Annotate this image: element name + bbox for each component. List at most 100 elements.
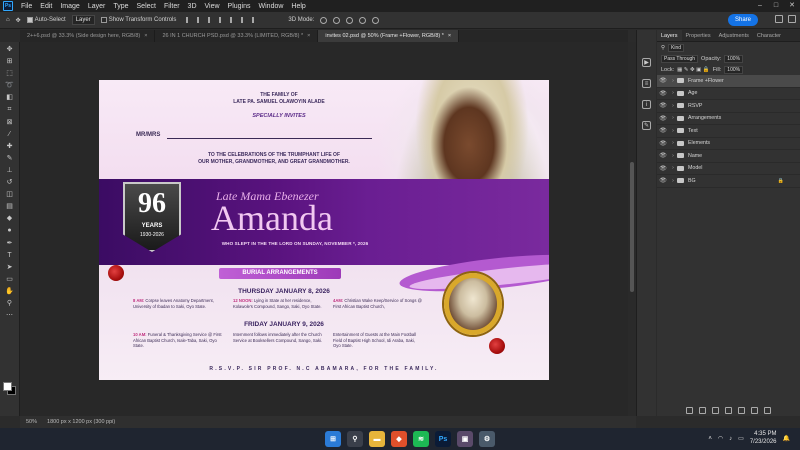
align-center-icon[interactable] <box>197 17 203 23</box>
tab-document-3[interactable]: invites 02.psd @ 50% (Frame +Flower, RGB… <box>318 30 460 42</box>
maximize-button[interactable]: □ <box>768 0 784 12</box>
crop-tool-icon[interactable]: ⌗ <box>5 105 14 114</box>
menu-window[interactable]: Window <box>255 3 288 10</box>
layer-model[interactable]: 👁 › Model <box>657 163 800 175</box>
fill-input[interactable]: 100% <box>724 65 744 74</box>
wifi-icon[interactable]: ◠ <box>718 435 723 442</box>
volume-icon[interactable]: ♪ <box>729 436 732 442</box>
document-canvas[interactable]: THE FAMILY OF LATE PA. SAMUEL OLAWOYIN A… <box>99 80 549 380</box>
active-window-icon[interactable]: ▣ <box>457 431 473 447</box>
gradient-tool-icon[interactable]: ▤ <box>5 202 14 211</box>
mask-icon[interactable] <box>712 406 719 414</box>
menu-help[interactable]: Help <box>287 3 309 10</box>
menu-3d[interactable]: 3D <box>184 3 201 10</box>
menu-plugins[interactable]: Plugins <box>224 3 255 10</box>
layer-frame-flower[interactable]: 👁 › Frame +Flower <box>657 75 800 88</box>
search-icon[interactable]: ⚲ <box>347 431 363 447</box>
move-tool-icon[interactable]: ✥ <box>16 17 21 24</box>
chevron-right-icon[interactable]: › <box>669 78 677 84</box>
layer-arrangements[interactable]: 👁 › Arrangements <box>657 113 800 125</box>
scrollbar-thumb[interactable] <box>630 162 634 292</box>
tab-document-2[interactable]: 26 IN 1 CHURCH PSD.psd @ 33.3% (LIMITED,… <box>155 30 319 42</box>
workspace-icon[interactable] <box>788 15 796 23</box>
new-layer-icon[interactable] <box>751 406 758 414</box>
history-icon[interactable]: ≡ <box>642 79 651 88</box>
settings-icon[interactable]: ⚙ <box>479 431 495 447</box>
more-tools-icon[interactable]: ⋯ <box>5 311 14 320</box>
battery-icon[interactable]: ▭ <box>738 435 744 442</box>
chevron-right-icon[interactable]: › <box>669 90 677 96</box>
chevron-right-icon[interactable]: › <box>669 178 677 184</box>
eyedropper-tool-icon[interactable]: ⁄ <box>5 130 14 139</box>
zoom-level[interactable]: 50% <box>26 419 37 425</box>
kind-dropdown[interactable]: Kind <box>668 43 685 52</box>
close-tab-icon[interactable]: × <box>448 33 451 39</box>
foreground-color-swatch[interactable] <box>3 382 12 391</box>
eye-icon[interactable]: 👁 <box>657 165 669 172</box>
layer-elements[interactable]: 👁 › Elements <box>657 138 800 150</box>
chevron-right-icon[interactable]: › <box>669 103 677 109</box>
eye-icon[interactable]: 👁 <box>657 77 669 84</box>
type-tool-icon[interactable]: T <box>5 251 14 260</box>
search-icon[interactable] <box>775 15 783 23</box>
brave-browser-icon[interactable]: ◆ <box>391 431 407 447</box>
chevron-right-icon[interactable]: › <box>669 140 677 146</box>
layer-text[interactable]: 👁 › Text <box>657 125 800 138</box>
history-brush-icon[interactable]: ↺ <box>5 178 14 187</box>
menu-filter[interactable]: Filter <box>160 3 184 10</box>
layer-bg[interactable]: 👁 › BG 🔒 <box>657 175 800 188</box>
menu-layer[interactable]: Layer <box>84 3 110 10</box>
brush-settings-icon[interactable]: ✎ <box>642 121 651 130</box>
new-group-icon[interactable] <box>738 406 745 414</box>
menu-view[interactable]: View <box>201 3 224 10</box>
spotify-icon[interactable]: ≋ <box>413 431 429 447</box>
hand-tool-icon[interactable]: ✋ <box>5 287 14 296</box>
pen-tool-icon[interactable]: ✒ <box>5 239 14 248</box>
vertical-scrollbar[interactable] <box>628 42 636 416</box>
link-layers-icon[interactable] <box>686 406 693 414</box>
layer-age[interactable]: 👁 › Age <box>657 88 800 100</box>
tab-adjustments[interactable]: Adjustments <box>715 30 753 41</box>
minimize-button[interactable]: – <box>752 0 768 12</box>
close-button[interactable]: ✕ <box>784 0 800 12</box>
3d-pan-icon[interactable] <box>346 16 354 24</box>
eraser-tool-icon[interactable]: ◫ <box>5 190 14 199</box>
eye-icon[interactable]: 👁 <box>657 90 669 97</box>
chevron-right-icon[interactable]: › <box>669 153 677 159</box>
menu-type[interactable]: Type <box>109 3 132 10</box>
chevron-right-icon[interactable]: › <box>669 115 677 121</box>
auto-select-target-dropdown[interactable]: Layer <box>71 15 95 25</box>
zoom-tool-icon[interactable]: ⚲ <box>5 299 14 308</box>
close-tab-icon[interactable]: × <box>307 33 310 39</box>
adjustment-icon[interactable] <box>725 406 732 414</box>
lasso-tool-icon[interactable]: ➰ <box>5 81 14 90</box>
eye-icon[interactable]: 👁 <box>657 115 669 122</box>
play-icon[interactable]: ▶ <box>642 58 651 67</box>
windows-start-icon[interactable]: ⊞ <box>325 431 341 447</box>
brush-tool-icon[interactable]: ✎ <box>5 154 14 163</box>
menu-file[interactable]: File <box>17 3 36 10</box>
tab-document-1[interactable]: 2++6.psd @ 33.3% (Side design here, RGB/… <box>20 30 156 42</box>
object-select-tool-icon[interactable]: ◧ <box>5 93 14 102</box>
info-icon[interactable]: i <box>642 100 651 109</box>
eye-icon[interactable]: 👁 <box>657 140 669 147</box>
trash-icon[interactable] <box>764 406 771 414</box>
close-tab-icon[interactable]: × <box>144 33 147 39</box>
menu-select[interactable]: Select <box>133 3 160 10</box>
tab-layers[interactable]: Layers <box>657 30 682 41</box>
eye-icon[interactable]: 👁 <box>657 177 669 184</box>
tab-properties[interactable]: Properties <box>682 30 715 41</box>
layer-rsvp[interactable]: 👁 › RSVP <box>657 100 800 113</box>
3d-roll-icon[interactable] <box>333 16 341 24</box>
tab-character[interactable]: Character <box>753 30 785 41</box>
blur-tool-icon[interactable]: ◆ <box>5 214 14 223</box>
file-explorer-icon[interactable]: ▬ <box>369 431 385 447</box>
align-left-icon[interactable] <box>186 17 192 23</box>
distribute-icon[interactable] <box>252 17 258 23</box>
notification-icon[interactable]: 🔔 <box>783 435 790 442</box>
align-top-icon[interactable] <box>219 17 225 23</box>
clock[interactable]: 4:35 PM 7/23/2026 <box>750 431 777 446</box>
opacity-input[interactable]: 100% <box>724 54 744 63</box>
menu-edit[interactable]: Edit <box>36 3 56 10</box>
frame-tool-icon[interactable]: ⊠ <box>5 118 14 127</box>
